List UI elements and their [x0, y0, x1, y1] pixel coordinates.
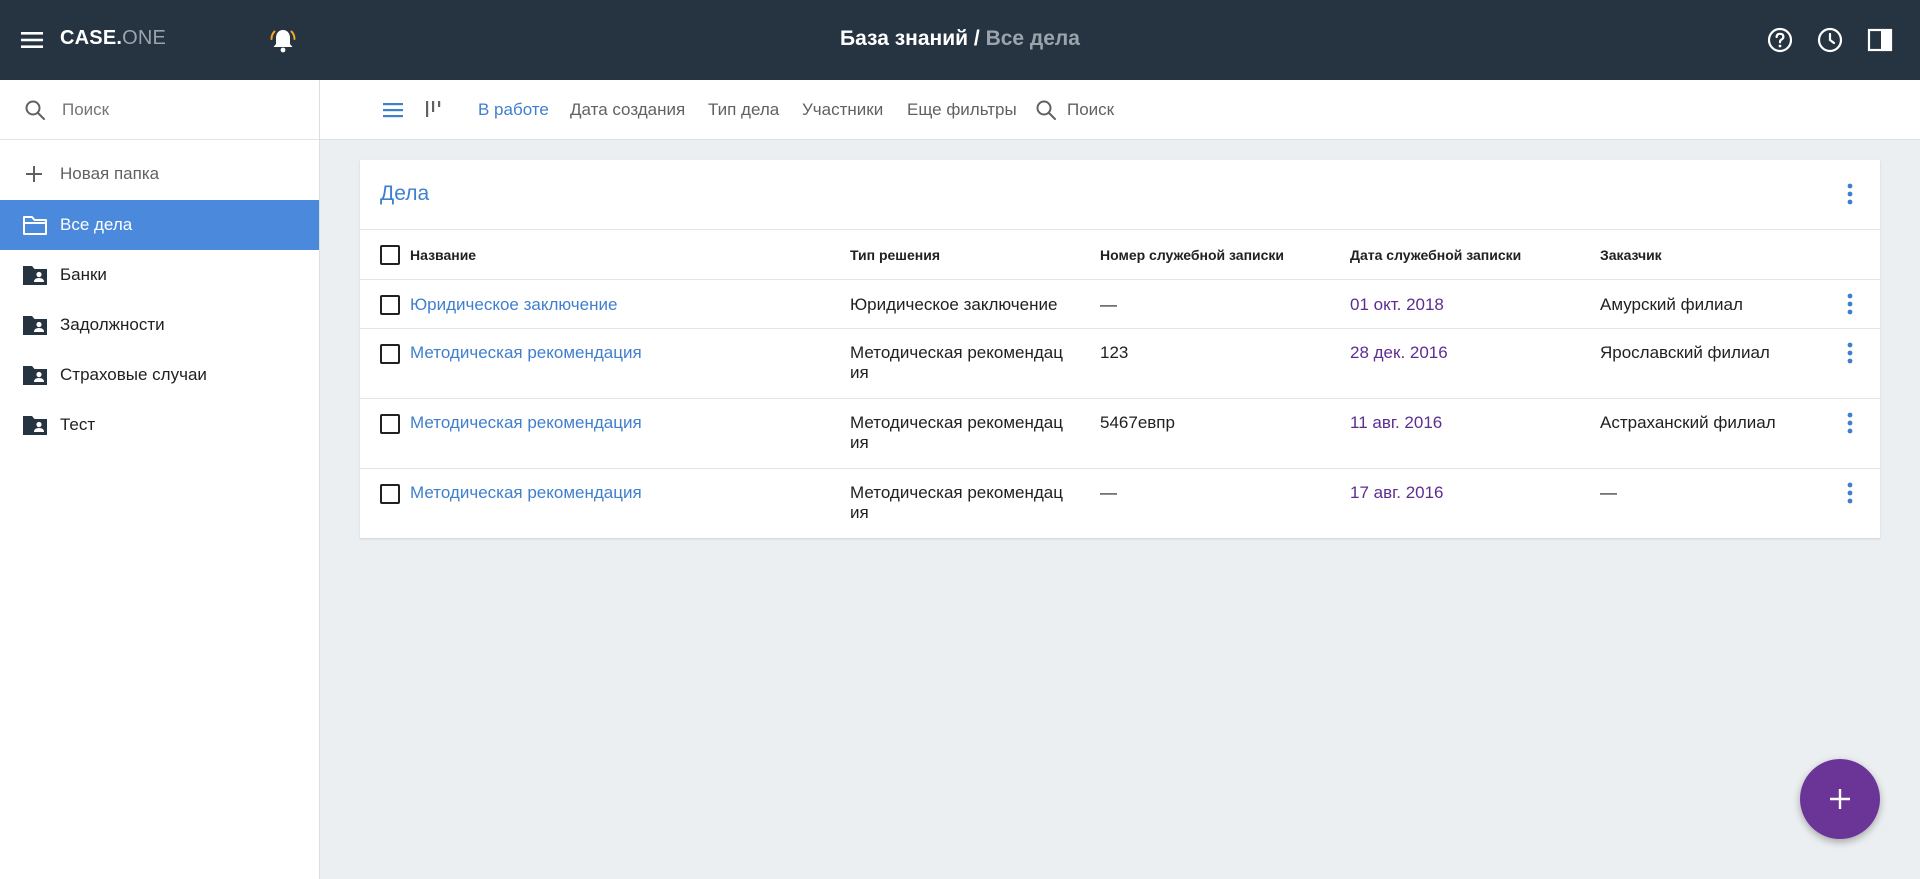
filter-search-input[interactable] [1065, 97, 1265, 123]
shared-folder-icon [23, 366, 47, 385]
row-more-vert-icon[interactable] [1846, 341, 1854, 365]
list-view-icon[interactable] [382, 99, 404, 121]
new-folder-button[interactable]: Новая папка [0, 154, 319, 194]
column-header-name[interactable]: Название [410, 247, 476, 263]
app-logo[interactable]: CASE.ONE [60, 27, 166, 50]
sidebar-item-all-cases[interactable]: Все дела [0, 200, 319, 250]
customer-cell: Астраханский филиал [1600, 413, 1776, 432]
filter-creation-date[interactable]: Дата создания [570, 100, 685, 120]
menu-icon[interactable] [20, 28, 46, 52]
search-icon [25, 100, 45, 120]
decision-type-cell: Юридическое заключение [850, 295, 1058, 314]
top-header: CASE.ONE База знаний / Все дела [0, 0, 1920, 80]
memo-date-cell: 11 авг. 2016 [1350, 413, 1443, 432]
decision-type-cell: Методическая рекомендация [850, 483, 1063, 522]
add-case-fab[interactable] [1800, 759, 1880, 839]
filter-in-progress[interactable]: В работе [478, 100, 549, 120]
sidebar-item-label: Задолжности [60, 315, 165, 334]
plus-icon [26, 166, 42, 182]
decision-type-cell: Методическая рекомендация [850, 343, 1063, 382]
table-row[interactable]: Методическая рекомендация Методическая р… [360, 329, 1880, 399]
row-checkbox[interactable] [380, 295, 400, 315]
shared-folder-icon [23, 316, 47, 335]
row-more-vert-icon[interactable] [1846, 411, 1854, 435]
column-header-memo-date[interactable]: Дата служебной записки [1350, 247, 1521, 263]
filter-more[interactable]: Еще фильтры [907, 100, 1017, 120]
cases-card: Дела Название Тип решения Номер служебно… [360, 160, 1880, 538]
customer-cell: Амурский филиал [1600, 295, 1743, 314]
memo-number-cell: — [1100, 483, 1117, 502]
memo-date-cell: 28 дек. 2016 [1350, 343, 1448, 362]
more-vert-icon[interactable] [1846, 182, 1854, 206]
case-name-link[interactable]: Методическая рекомендация [410, 343, 642, 363]
table-row[interactable]: Юридическое заключение Юридическое заклю… [360, 280, 1880, 329]
case-name-link[interactable]: Методическая рекомендация [410, 483, 642, 503]
sidebar-item-test[interactable]: Тест [0, 400, 319, 450]
shared-folder-icon [23, 266, 47, 285]
sidebar-item-debts[interactable]: Задолжности [0, 300, 319, 350]
filter-participants[interactable]: Участники [802, 100, 883, 120]
side-panel-icon[interactable] [1867, 27, 1893, 53]
column-header-decision-type[interactable]: Тип решения [850, 247, 940, 263]
memo-date-cell: 01 окт. 2018 [1350, 295, 1444, 314]
sidebar-item-label: Все дела [60, 215, 133, 234]
column-header-customer[interactable]: Заказчик [1600, 247, 1662, 263]
select-all-checkbox[interactable] [380, 245, 400, 265]
divider [360, 229, 1880, 230]
row-more-vert-icon[interactable] [1846, 481, 1854, 505]
sidebar-search [0, 80, 319, 140]
sidebar-search-input[interactable] [60, 96, 300, 124]
sidebar-item-label: Банки [60, 265, 107, 284]
filter-case-type[interactable]: Тип дела [708, 100, 779, 120]
history-clock-icon[interactable] [1817, 27, 1843, 53]
customer-cell: — [1600, 483, 1617, 502]
row-more-vert-icon[interactable] [1846, 292, 1854, 316]
sidebar: Новая папка Все дела Банки Задолжности С… [0, 80, 320, 879]
memo-number-cell: 5467евпр [1100, 413, 1175, 432]
sidebar-item-label: Тест [60, 415, 96, 434]
customer-cell: Ярославский филиал [1600, 343, 1770, 362]
row-checkbox[interactable] [380, 414, 400, 434]
card-title: Дела [380, 182, 430, 205]
row-checkbox[interactable] [380, 344, 400, 364]
search-icon [1036, 100, 1056, 120]
sidebar-item-label: Страховые случаи [60, 365, 207, 384]
case-name-link[interactable]: Юридическое заключение [410, 295, 617, 315]
help-icon[interactable] [1767, 27, 1793, 53]
row-checkbox[interactable] [380, 484, 400, 504]
table-row[interactable]: Методическая рекомендация Методическая р… [360, 469, 1880, 538]
memo-number-cell: — [1100, 295, 1117, 314]
shared-folder-icon [23, 416, 47, 435]
board-view-icon[interactable] [423, 98, 443, 120]
sidebar-item-banks[interactable]: Банки [0, 250, 319, 300]
column-header-memo-number[interactable]: Номер служебной записки [1100, 247, 1284, 263]
plus-icon [1830, 789, 1850, 809]
memo-date-cell: 17 авг. 2016 [1350, 483, 1444, 502]
case-name-link[interactable]: Методическая рекомендация [410, 413, 642, 433]
folder-outline-icon [23, 216, 47, 235]
decision-type-cell: Методическая рекомендация [850, 413, 1063, 452]
sidebar-item-insurance-cases[interactable]: Страховые случаи [0, 350, 319, 400]
notification-bell-icon[interactable] [268, 26, 298, 56]
memo-number-cell: 123 [1100, 343, 1129, 362]
new-folder-label: Новая папка [60, 164, 160, 183]
filter-bar: В работе Дата создания Тип дела Участник… [320, 80, 1920, 140]
table-row[interactable]: Методическая рекомендация Методическая р… [360, 399, 1880, 469]
